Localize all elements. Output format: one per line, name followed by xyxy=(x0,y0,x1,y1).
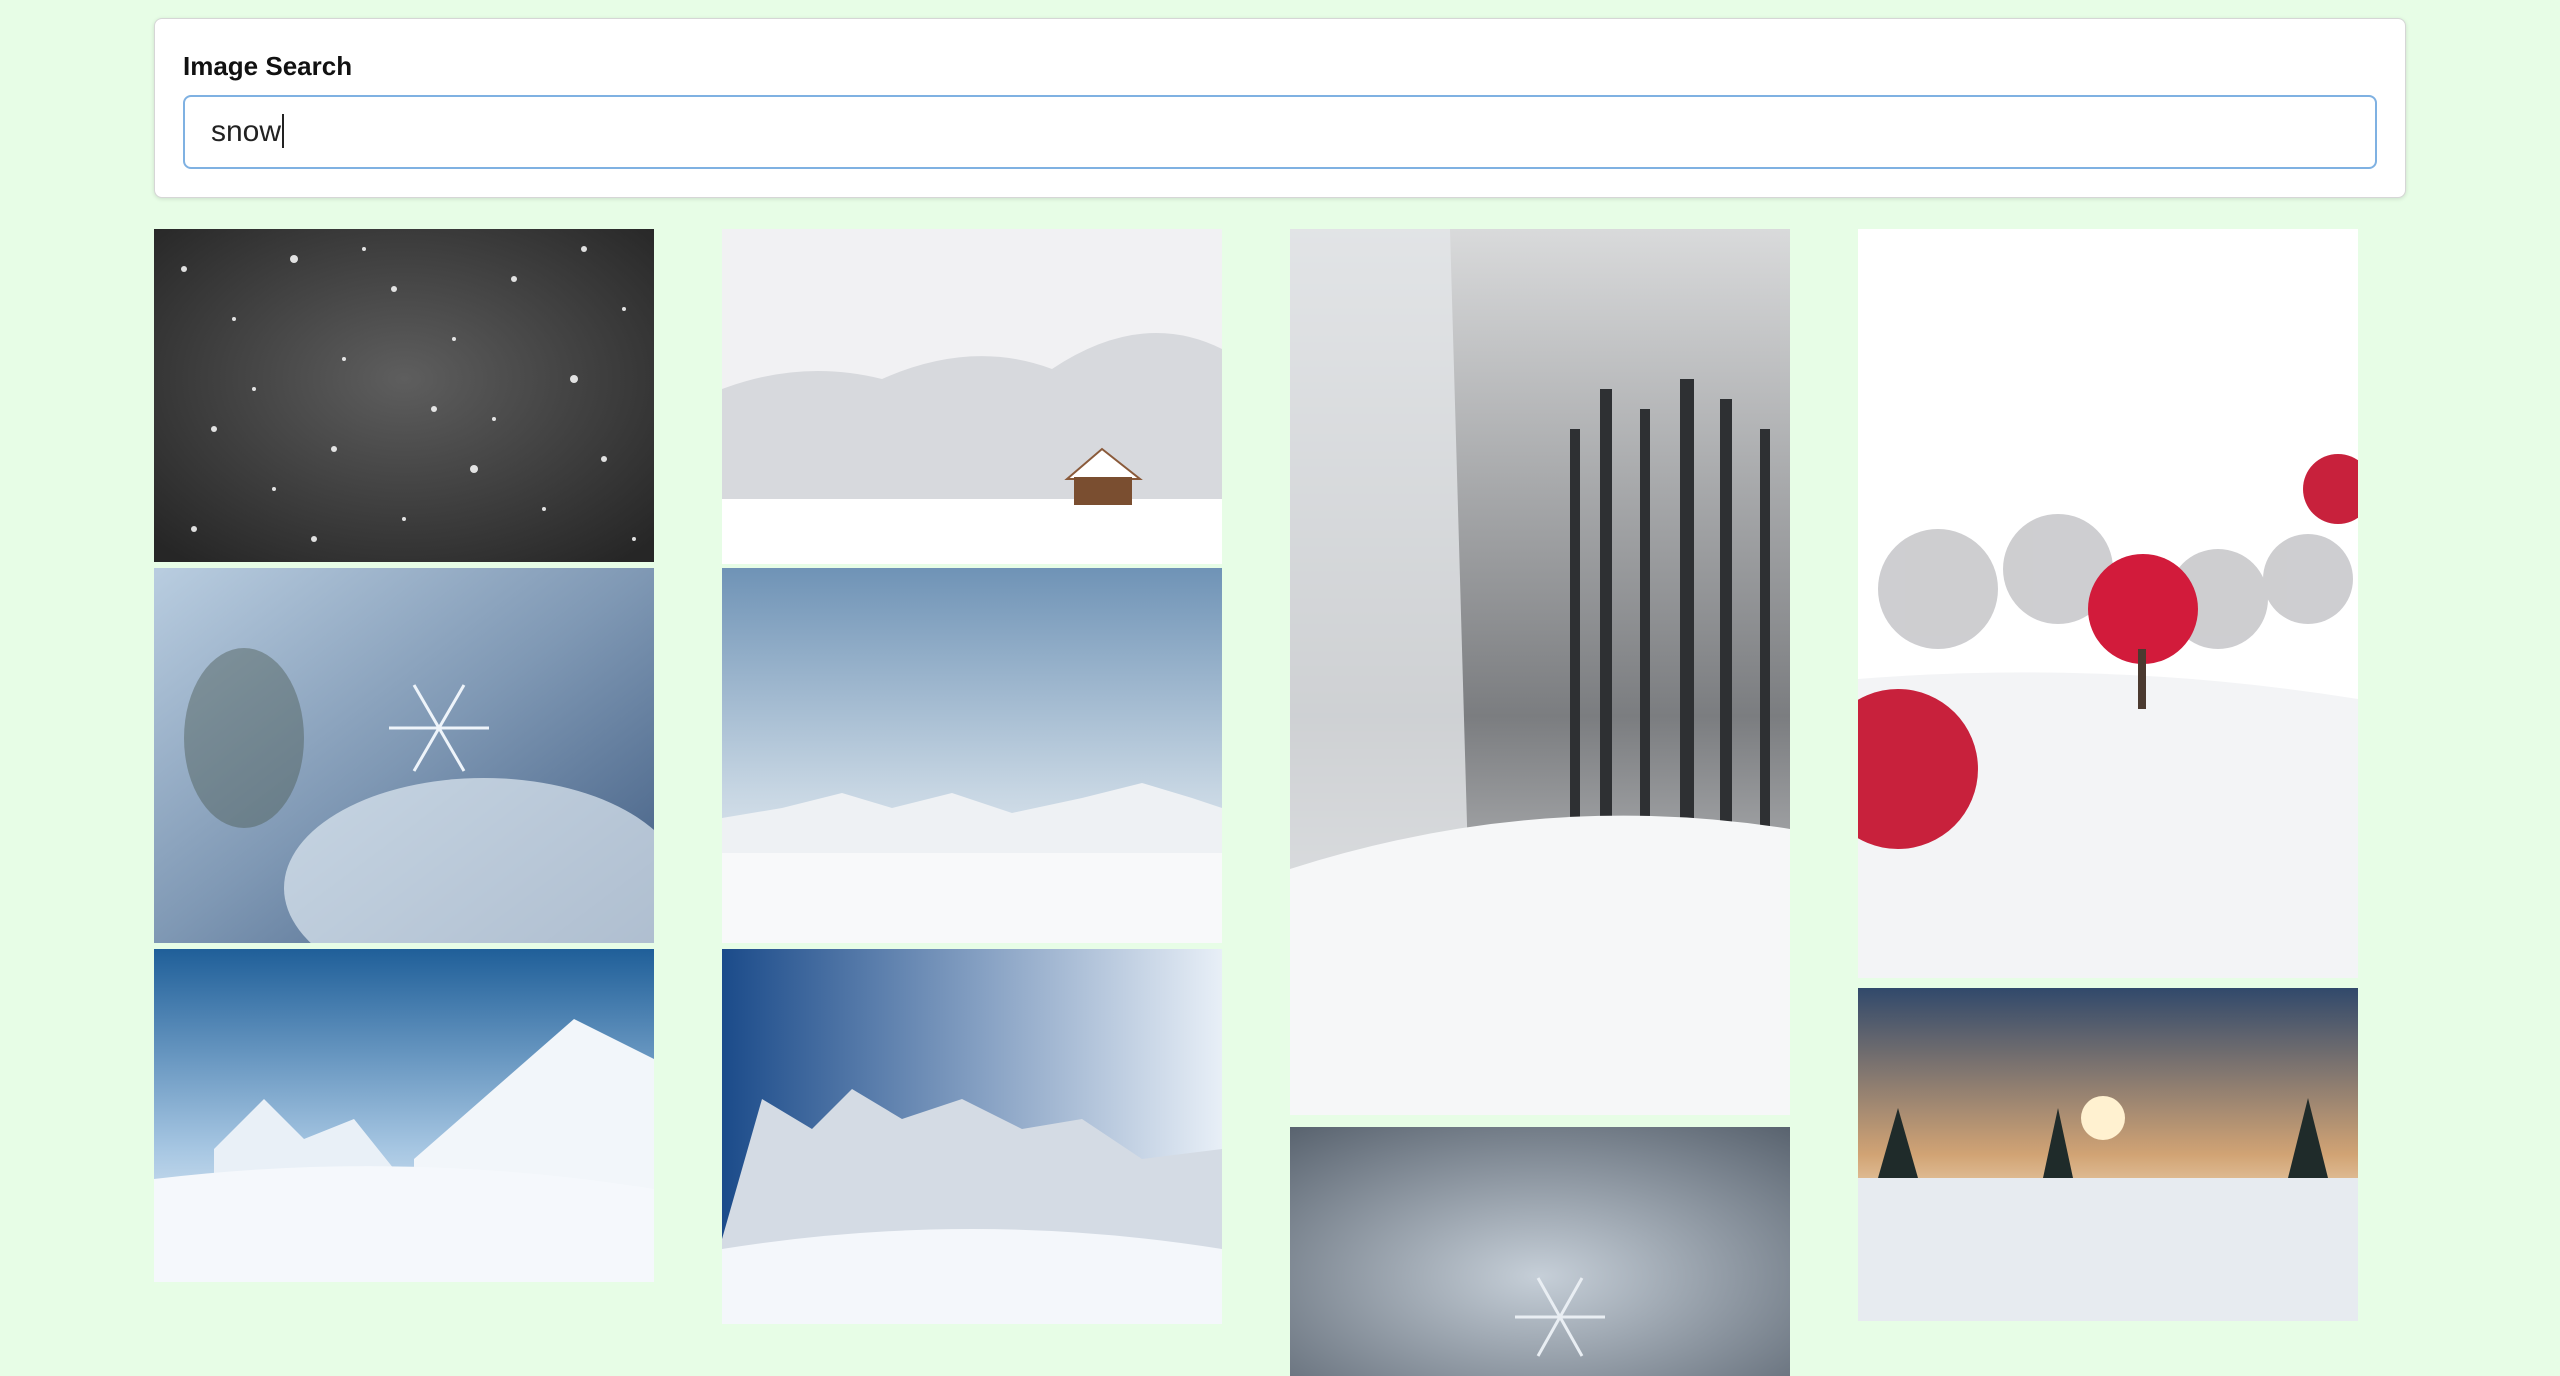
snowy-plain-mountains-image[interactable] xyxy=(722,568,1222,943)
search-title: Image Search xyxy=(183,51,353,81)
snowy-forest-road-image[interactable] xyxy=(1290,229,1790,1115)
search-panel: Image Search snow xyxy=(154,18,2406,198)
text-caret xyxy=(282,114,285,149)
snowflake-closeup-image[interactable] xyxy=(154,568,654,943)
blue-mountains-snow-image[interactable] xyxy=(154,949,654,1282)
falling-snow-image[interactable] xyxy=(154,229,654,562)
search-input[interactable]: snow xyxy=(183,95,2377,169)
red-tree-snow-park-image[interactable] xyxy=(1858,229,2358,978)
blurred-snowflake-image[interactable] xyxy=(1290,1127,1790,1376)
search-query-text: snow xyxy=(211,115,282,148)
snowy-cabin-image[interactable] xyxy=(722,229,1222,564)
sunset-snow-trees-image[interactable] xyxy=(1858,988,2358,1321)
alpine-ski-valley-image[interactable] xyxy=(722,949,1222,1324)
